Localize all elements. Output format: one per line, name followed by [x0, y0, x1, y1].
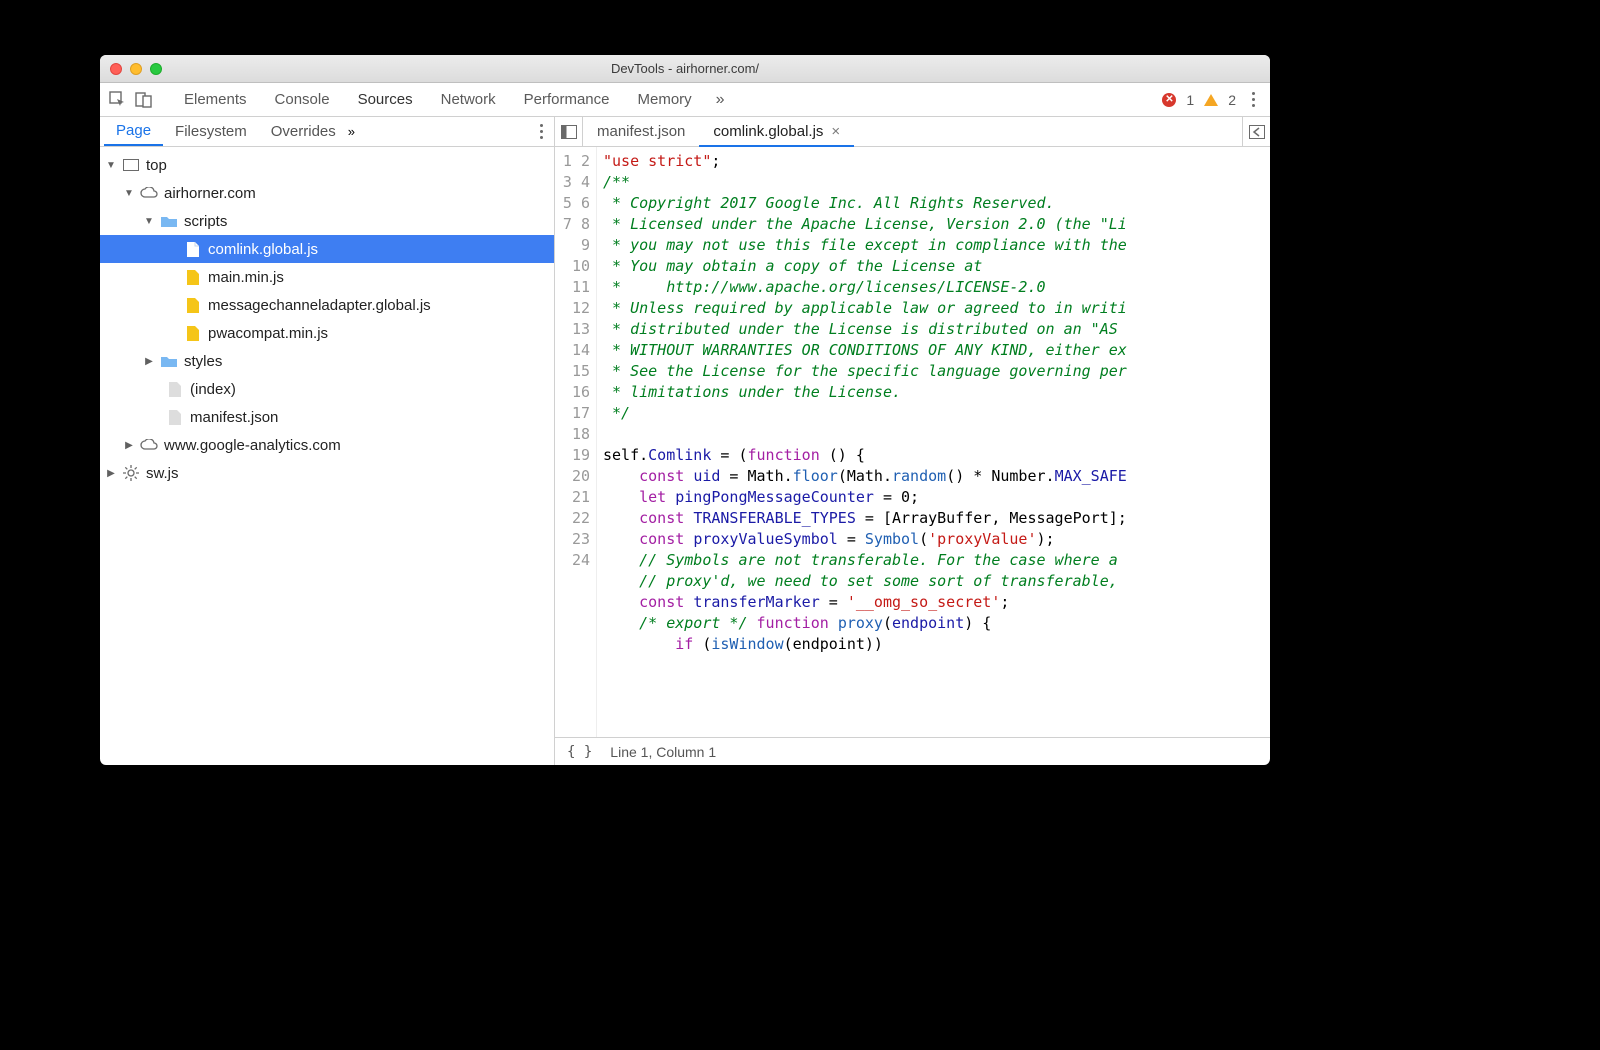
navigator-menu-button[interactable] [532, 124, 550, 139]
editor-statusbar: { } Line 1, Column 1 [555, 737, 1270, 765]
tree-label: styles [184, 353, 222, 370]
cloud-icon [140, 436, 158, 454]
document-icon [166, 408, 184, 426]
js-file-icon [184, 268, 202, 286]
tree-label: messagechanneladapter.global.js [208, 297, 431, 314]
file-tab-manifest[interactable]: manifest.json [583, 117, 699, 146]
expand-icon[interactable]: ▶ [144, 356, 154, 367]
folder-icon [160, 352, 178, 370]
tree-frame-top[interactable]: ▼ top [100, 151, 554, 179]
expand-icon[interactable]: ▶ [106, 468, 116, 479]
warning-icon [1204, 94, 1218, 106]
tab-sources[interactable]: Sources [344, 83, 427, 116]
navigator-tab-overrides[interactable]: Overrides [259, 117, 348, 146]
navigator-more-button[interactable]: » [348, 124, 355, 139]
expand-icon[interactable]: ▼ [106, 160, 116, 171]
expand-icon[interactable]: ▶ [124, 440, 134, 451]
titlebar: DevTools - airhorner.com/ [100, 55, 1270, 83]
tree-folder-scripts[interactable]: ▼ scripts [100, 207, 554, 235]
show-debugger-button[interactable] [1242, 117, 1270, 146]
cloud-icon [140, 184, 158, 202]
editor-panel: manifest.json comlink.global.js × 1 2 3 … [555, 117, 1270, 765]
gear-icon [122, 464, 140, 482]
close-tab-icon[interactable]: × [831, 123, 840, 140]
console-status[interactable]: ✕ 1 2 [1162, 92, 1236, 108]
more-tabs-button[interactable]: » [706, 91, 735, 109]
tab-memory[interactable]: Memory [624, 83, 706, 116]
frame-icon [122, 156, 140, 174]
tree-domain[interactable]: ▼ airhorner.com [100, 179, 554, 207]
expand-icon[interactable]: ▼ [144, 216, 154, 227]
tree-label: comlink.global.js [208, 241, 318, 258]
tab-network[interactable]: Network [427, 83, 510, 116]
tree-label: main.min.js [208, 269, 284, 286]
line-gutter: 1 2 3 4 5 6 7 8 9 10 11 12 13 14 15 16 1… [555, 147, 597, 737]
tab-console[interactable]: Console [261, 83, 344, 116]
editor-tabs: manifest.json comlink.global.js × [555, 117, 1270, 147]
tree-label: scripts [184, 213, 227, 230]
tab-elements[interactable]: Elements [170, 83, 261, 116]
tree-label: sw.js [146, 465, 179, 482]
tab-performance[interactable]: Performance [510, 83, 624, 116]
tree-label: manifest.json [190, 409, 278, 426]
pretty-print-button[interactable]: { } [567, 744, 592, 760]
tree-file-comlink[interactable]: comlink.global.js [100, 235, 554, 263]
navigator-tabs: Page Filesystem Overrides » [100, 117, 554, 147]
error-icon: ✕ [1162, 93, 1176, 107]
inspect-element-icon[interactable] [108, 90, 128, 110]
navigator-tab-page[interactable]: Page [104, 117, 163, 146]
tree-file-mainmin[interactable]: main.min.js [100, 263, 554, 291]
tree-file-pwacompat[interactable]: pwacompat.min.js [100, 319, 554, 347]
js-file-icon [184, 296, 202, 314]
document-icon [166, 380, 184, 398]
tree-service-worker[interactable]: ▶ sw.js [100, 459, 554, 487]
expand-icon[interactable]: ▼ [124, 188, 134, 199]
tree-folder-styles[interactable]: ▶ styles [100, 347, 554, 375]
folder-icon [160, 212, 178, 230]
code-content[interactable]: "use strict"; /** * Copyright 2017 Googl… [597, 147, 1270, 737]
tree-domain-ga[interactable]: ▶ www.google-analytics.com [100, 431, 554, 459]
panel-tabbar: Elements Console Sources Network Perform… [100, 83, 1270, 117]
tree-label: top [146, 157, 167, 174]
navigator-tab-filesystem[interactable]: Filesystem [163, 117, 259, 146]
window-title: DevTools - airhorner.com/ [100, 61, 1270, 76]
tree-label: airhorner.com [164, 185, 256, 202]
cursor-position: Line 1, Column 1 [610, 744, 716, 760]
tree-label: (index) [190, 381, 236, 398]
tree-file-manifest[interactable]: manifest.json [100, 403, 554, 431]
tree-file-msgchannel[interactable]: messagechanneladapter.global.js [100, 291, 554, 319]
file-tab-comlink[interactable]: comlink.global.js × [699, 117, 854, 146]
warning-count: 2 [1228, 92, 1236, 108]
file-tree: ▼ top ▼ airhorner.com ▼ scripts comlink.… [100, 147, 554, 765]
js-file-icon [184, 240, 202, 258]
navigator-sidebar: Page Filesystem Overrides » ▼ top ▼ airh… [100, 117, 555, 765]
devtools-window: DevTools - airhorner.com/ Elements Conso… [100, 55, 1270, 765]
code-editor[interactable]: 1 2 3 4 5 6 7 8 9 10 11 12 13 14 15 16 1… [555, 147, 1270, 737]
device-toolbar-icon[interactable] [134, 90, 154, 110]
file-tab-label: manifest.json [597, 123, 685, 140]
js-file-icon [184, 324, 202, 342]
show-navigator-button[interactable] [555, 117, 583, 146]
settings-menu-button[interactable] [1244, 92, 1262, 107]
file-tab-label: comlink.global.js [713, 123, 823, 140]
tree-file-index[interactable]: (index) [100, 375, 554, 403]
tree-label: pwacompat.min.js [208, 325, 328, 342]
tree-label: www.google-analytics.com [164, 437, 341, 454]
error-count: 1 [1186, 92, 1194, 108]
